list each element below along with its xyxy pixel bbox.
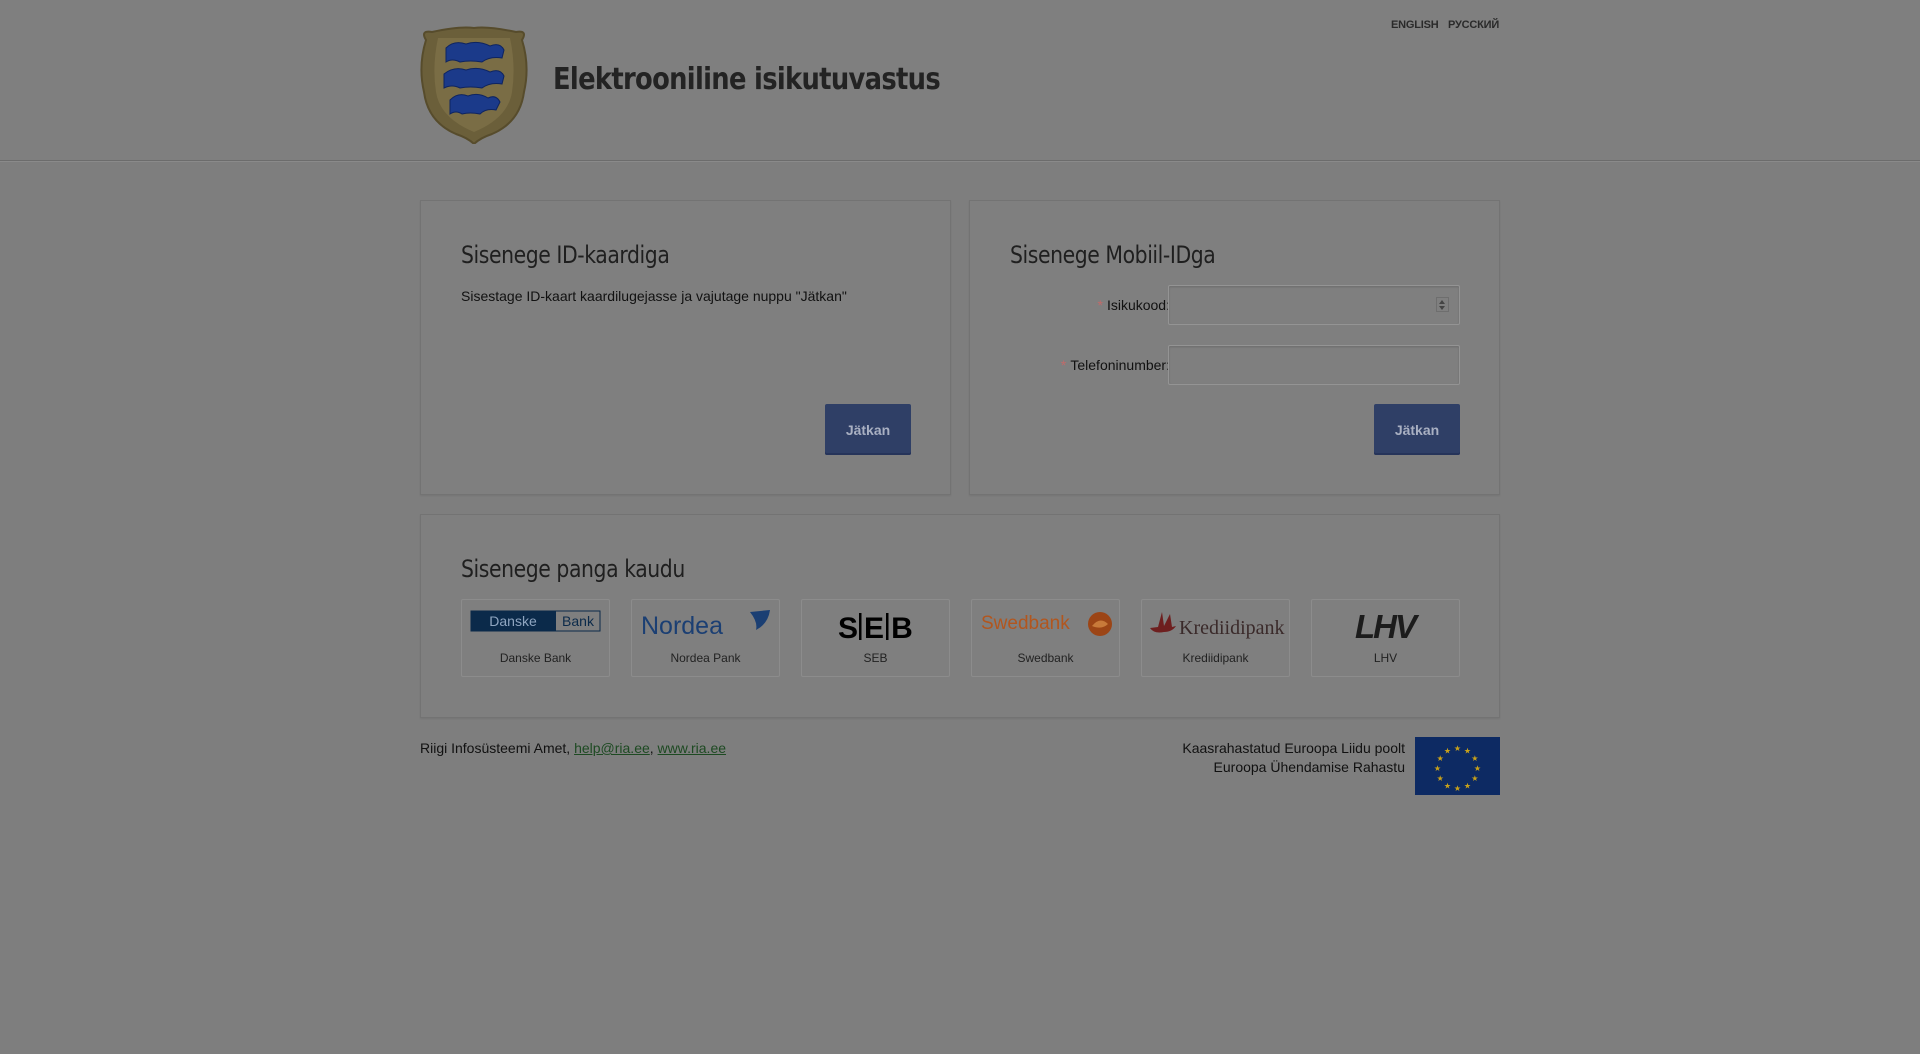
eu-star-icon: ★: [1464, 781, 1471, 790]
phone-number-label: * Telefoninumber:: [1061, 357, 1170, 373]
number-spinner-icon[interactable]: [1436, 297, 1449, 312]
language-link-russian[interactable]: РУССКИЙ: [1448, 19, 1499, 31]
seb-logo-letter-e: E: [864, 612, 884, 640]
personal-code-row: * Isikukood:: [970, 285, 1501, 325]
eu-star-icon: ★: [1444, 747, 1451, 756]
footer-email-link[interactable]: help@ria.ee: [574, 740, 650, 756]
danske-logo-word-2: Bank: [562, 613, 595, 629]
id-card-continue-button[interactable]: Jätkan: [825, 404, 911, 455]
eu-star-icon: ★: [1454, 744, 1461, 753]
required-marker: *: [1060, 357, 1067, 373]
page-header: Elektrooniline isikutuvastus ENGLISH РУС…: [0, 0, 1920, 161]
estonian-coat-of-arms-logo: [420, 26, 528, 144]
bank-option-nordea[interactable]: Nordea Nordea Pank: [631, 599, 780, 677]
seb-logo-letter-s: S: [838, 612, 858, 640]
seb-logo: S E B: [838, 612, 913, 640]
personal-code-label-text: Isikukood:: [1106, 297, 1170, 313]
bank-name: Nordea Pank: [670, 651, 741, 665]
bank-name: Swedbank: [1017, 651, 1074, 665]
personal-code-label: * Isikukood:: [1098, 297, 1171, 313]
phone-number-input[interactable]: [1168, 345, 1460, 385]
lhv-logo: LHV: [1355, 610, 1422, 640]
eu-star-icon: ★: [1464, 747, 1471, 756]
id-card-panel: Sisenege ID-kaardiga Sisestage ID-kaart …: [420, 200, 951, 495]
eu-funding-text: Kaasrahastatud Euroopa Liidu poolt Euroo…: [1182, 739, 1405, 777]
bank-panel-title: Sisenege panga kaudu: [461, 555, 685, 583]
nordea-logo-word: Nordea: [641, 612, 723, 640]
footer-contact: Riigi Infosüsteemi Amet, help@ria.ee, ww…: [420, 740, 726, 756]
seb-logo-letter-b: B: [891, 612, 913, 640]
danske-logo-word-1: Danske: [489, 613, 537, 629]
mobile-id-continue-button[interactable]: Jätkan: [1374, 404, 1460, 455]
bank-option-krediidipank[interactable]: Krediidipank Krediidipank: [1141, 599, 1290, 677]
mobile-id-panel-title: Sisenege Mobiil-IDga: [1010, 241, 1216, 269]
nordea-logo: Nordea: [641, 610, 770, 640]
krediidipank-logo: Krediidipank: [1150, 612, 1285, 639]
eu-star-icon: ★: [1444, 781, 1451, 790]
swedbank-logo: Swedbank: [981, 612, 1112, 636]
eu-star-icon: ★: [1471, 754, 1478, 763]
eu-funding-line-2: Euroopa Ühendamise Rahastu: [1213, 759, 1405, 775]
bank-option-swedbank[interactable]: Swedbank Swedbank: [971, 599, 1120, 677]
page-title: Elektrooniline isikutuvastus: [553, 62, 941, 97]
bank-name: Danske Bank: [499, 651, 572, 665]
required-marker: *: [1097, 297, 1103, 313]
bank-login-panel: Sisenege panga kaudu Danske Bank Danske …: [420, 514, 1500, 718]
footer-separator: ,: [649, 740, 654, 756]
eu-star-icon: ★: [1437, 774, 1444, 783]
eu-star-icon: ★: [1454, 784, 1461, 793]
personal-code-input[interactable]: [1168, 285, 1460, 325]
mobile-id-panel: Sisenege Mobiil-IDga * Isikukood: * Telefo…: [969, 200, 1500, 495]
eu-star-icon: ★: [1471, 774, 1478, 783]
lhv-logo-word: LHV: [1355, 610, 1420, 640]
phone-number-row: * Telefoninumber:: [970, 345, 1501, 385]
spinner-up-icon[interactable]: [1439, 300, 1445, 304]
eu-star-icon: ★: [1437, 754, 1444, 763]
bank-option-danske[interactable]: Danske Bank Danske Bank: [461, 599, 610, 677]
footer-org-name: Riigi Infosüsteemi Amet,: [420, 740, 571, 756]
bank-name: SEB: [863, 651, 888, 665]
language-link-english[interactable]: ENGLISH: [1391, 19, 1439, 31]
bank-option-seb[interactable]: S E B SEB: [801, 599, 950, 677]
danske-bank-logo: Danske Bank: [470, 610, 601, 632]
spinner-down-icon[interactable]: [1439, 306, 1445, 310]
id-card-panel-title: Sisenege ID-kaardiga: [461, 241, 670, 269]
bank-name: LHV: [1373, 651, 1398, 665]
eu-star-icon: ★: [1434, 764, 1441, 773]
phone-number-label-text: Telefoninumber:: [1070, 357, 1170, 373]
eu-star-icon: ★: [1474, 764, 1481, 773]
id-card-instructions: Sisestage ID-kaart kaardilugejasse ja va…: [461, 288, 847, 304]
footer-website-link[interactable]: www.ria.ee: [658, 740, 726, 756]
bank-name: Krediidipank: [1182, 651, 1249, 665]
krediidipank-logo-word: Krediidipank: [1179, 617, 1285, 639]
swedbank-logo-word: Swedbank: [981, 613, 1070, 634]
bank-option-lhv[interactable]: LHV LHV: [1311, 599, 1460, 677]
eu-funding-line-1: Kaasrahastatud Euroopa Liidu poolt: [1182, 740, 1405, 756]
eu-flag-icon: ★ ★★★★★★★★★★★: [1415, 737, 1500, 795]
